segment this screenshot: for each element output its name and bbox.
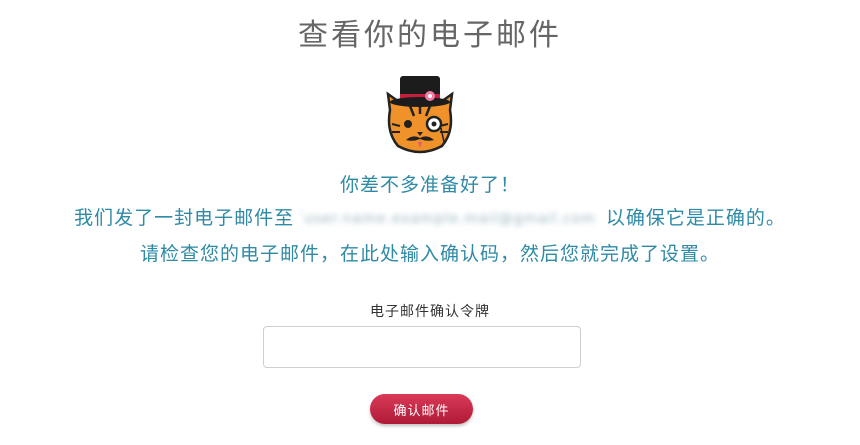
email-sent-message: 我们发了一封电子邮件至 user.name.example.mail@gmail.… [0, 203, 860, 230]
confirm-email-button[interactable]: 确认邮件 [370, 394, 473, 424]
cat-with-top-hat-icon [386, 76, 454, 154]
email-sent-prefix: 我们发了一封电子邮件至 [74, 207, 295, 229]
page-title: 查看你的电子邮件 [298, 18, 562, 53]
status-heading: 你差不多准备好了！ [339, 174, 520, 196]
email-sent-suffix: 以确保它是正确的。 [605, 207, 786, 229]
token-field-label: 电子邮件确认令牌 [370, 304, 490, 320]
email-address: user.name.example.mail@gmail.com [304, 210, 596, 227]
confirmation-token-input[interactable] [263, 326, 581, 368]
instructions-text: 请检查您的电子邮件，在此处输入确认码，然后您就完成了设置。 [139, 243, 720, 265]
